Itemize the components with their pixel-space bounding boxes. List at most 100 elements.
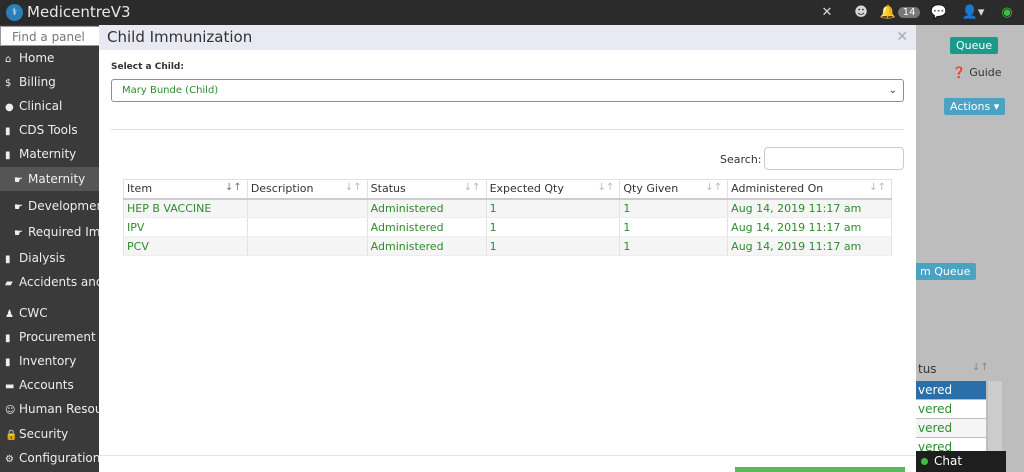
status-cell: vered [916,419,986,437]
sort-ascending-icon: ↓↑ [225,182,242,193]
column-header-administered-on[interactable]: Administered On ↓↑ [727,179,892,200]
sidebar-item-dialysis[interactable]: ▮ Dialysis [0,246,100,270]
lock-icon: 🔒 [5,430,18,441]
column-header-qty-given[interactable]: Qty Given ↓↑ [619,179,729,200]
sidebar-item-accounts[interactable]: ▬ Accounts [0,373,100,397]
cell-item: IPV [123,217,248,237]
cell-status: Administered [366,236,487,256]
brand[interactable]: ⚕ MedicentreV3 [6,3,131,21]
sidebar-subitem-development[interactable]: ☛Development [0,194,100,218]
sidebar-item-clinical[interactable]: ● Clinical [0,94,100,118]
queue-button-secondary[interactable]: m Queue [914,263,977,280]
mute-icon[interactable]: ✕ [810,0,844,25]
actions-button[interactable]: Actions ▾ [944,98,1006,115]
cell-administered-on: Aug 14, 2019 11:17 am [727,236,892,256]
table-row[interactable]: PCV Administered 1 1 Aug 14, 2019 11:17 … [123,236,892,256]
modal-footer-divider [99,455,916,456]
sidebar-subitem-maternity[interactable]: ☛ Maternity [0,167,100,191]
users-icon: ☺ [5,405,16,416]
book-icon: ▬ [5,381,15,392]
cell-expected-qty: 1 [485,198,621,218]
table-row[interactable]: IPV Administered 1 1 Aug 14, 2019 11:17 … [123,217,892,237]
select-child-label: Select a Child: [111,62,184,72]
user-menu-icon[interactable]: 👤▾ [956,0,990,25]
user-circle-icon[interactable]: ☻ [844,0,878,25]
column-header-expected-qty[interactable]: Expected Qty ↓↑ [485,179,621,200]
search-label: Search: [720,153,762,166]
cell-expected-qty: 1 [485,217,621,237]
clipboard-icon: ▮ [5,333,11,344]
logo-icon: ⚕ [6,3,23,21]
chevron-down-icon: ⌄ [888,85,897,96]
queue-button[interactable]: Queue [950,37,999,54]
status-cell: vered [916,381,986,399]
panel-search-input[interactable]: Find a panel [0,26,100,46]
cell-administered-on: Aug 14, 2019 11:17 am [727,217,892,237]
footer-button[interactable] [735,467,905,472]
sidebar-item-security[interactable]: 🔒 Security [0,422,100,446]
cell-description [246,198,368,218]
chat-button[interactable]: Chat [916,451,1006,472]
sidebar-item-maternity[interactable]: ▮ Maternity [0,142,100,166]
cell-qty-given: 1 [619,217,729,237]
hand-icon: ☛ [14,228,23,239]
child-select[interactable]: Mary Bunde (Child) ⌄ [111,79,904,102]
scrollbar[interactable] [988,381,1002,453]
cell-administered-on: Aug 14, 2019 11:17 am [727,198,892,218]
sidebar: Find a panel ⌂ Home $ Billing ● Clinical ▮ C… [0,25,100,472]
notifications-badge: 14 [897,7,921,18]
truck-icon: ▰ [5,278,13,289]
cell-expected-qty: 1 [485,236,621,256]
child-icon: ♟ [5,309,14,320]
sort-icon: ↓↑ [705,182,723,193]
guide-link[interactable]: ❓ Guide [952,66,1002,79]
cell-item: PCV [123,236,248,256]
sidebar-item-cds-tools[interactable]: ▮ CDS Tools [0,118,100,142]
sidebar-item-configuration[interactable]: ⚙ Configuration [0,446,100,470]
sidebar-item-procurement[interactable]: ▮ Procurement [0,325,100,349]
chat-bubbles-icon[interactable]: 💬 [922,0,956,25]
bell-icon: 🔔 [879,5,896,20]
hand-icon: ☛ [14,175,23,186]
column-header-item[interactable]: Item ↓↑ [123,179,248,200]
background-panel: Queue ❓ Guide Actions ▾ m Queue tus ↓↑ v… [914,25,1024,472]
cell-description [246,236,368,256]
top-bar: ⚕ MedicentreV3 ✕ ☻ 🔔 14 💬 👤▾ ◉ [0,0,1024,25]
divider [111,129,904,130]
notifications-button[interactable]: 🔔 14 [878,0,922,25]
dollar-icon: $ [5,78,12,89]
sidebar-item-accidents[interactable]: ▰ Accidents and [0,270,100,294]
hand-icon: ☛ [14,202,23,213]
immunization-table: Item ↓↑ Description ↓↑ Status ↓↑ Expected Q… [123,179,892,256]
table-search-input[interactable] [764,147,904,170]
sort-icon: ↓↑ [869,182,886,193]
cell-item: HEP B VACCINE [123,198,248,218]
online-dot-icon [921,458,928,465]
home-icon: ⌂ [5,54,12,65]
sort-icon: ↓↑ [344,182,362,193]
clipboard-icon: ▮ [5,150,11,161]
column-header-description[interactable]: Description ↓↑ [246,179,368,200]
sidebar-item-billing[interactable]: $ Billing [0,70,100,94]
sort-icon: ↓↑ [463,182,481,193]
column-header-status[interactable]: Status ↓↑ [366,179,487,200]
status-cell: vered [916,400,986,418]
sidebar-subitem-required-immunization[interactable]: ☛Required Imm [0,220,100,244]
table-row[interactable]: HEP B VACCINE Administered 1 1 Aug 14, 2… [123,198,892,218]
wifi-icon: ◉ [1001,5,1013,20]
gears-icon: ⚙ [5,454,14,465]
app-name: MedicentreV3 [27,3,131,21]
child-immunization-modal: Child Immunization ✕ Select a Child: Mar… [99,25,916,472]
sort-icon: ↓↑ [597,182,615,193]
sidebar-item-home[interactable]: ⌂ Home [0,46,100,70]
sidebar-item-human-resources[interactable]: ☺ Human Resour [0,397,100,421]
child-select-value: Mary Bunde (Child) [122,85,219,96]
cell-status: Administered [366,217,487,237]
clipboard-icon: ▮ [5,254,11,265]
sidebar-item-inventory[interactable]: ▮ Inventory [0,349,100,373]
close-icon[interactable]: ✕ [896,25,908,50]
modal-title: Child Immunization [107,28,253,46]
sidebar-item-cwc[interactable]: ♟ CWC [0,301,100,325]
sort-icon: ↓↑ [972,362,989,373]
caret-down-icon: ▾ [993,100,1000,113]
